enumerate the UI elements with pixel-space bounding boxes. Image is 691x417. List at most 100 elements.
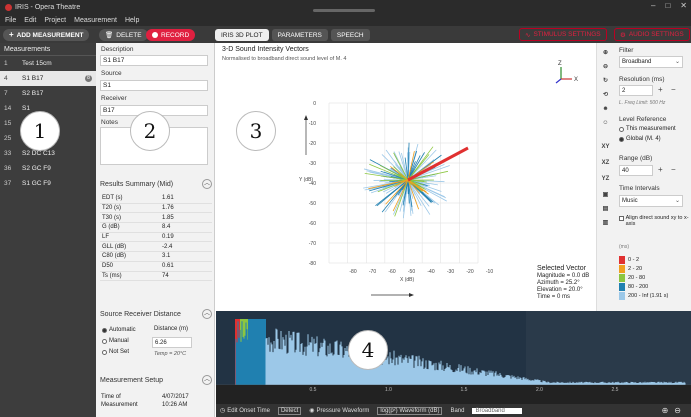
time-intervals-select[interactable]: Music ⌄	[619, 195, 683, 207]
receiver-label: Receiver	[101, 95, 127, 102]
description-field[interactable]: S1 B17	[100, 55, 208, 66]
view-xy-button[interactable]: XY	[599, 141, 612, 153]
legend-item: 80 - 200	[619, 282, 685, 291]
x-tick-label: -50	[408, 269, 415, 275]
manual-radio[interactable]: Manual	[102, 338, 129, 344]
screenshot-icon[interactable]: ▣	[599, 189, 612, 201]
waveform-view[interactable]: 0.5 1.0 1.5 2.0 2.5	[216, 311, 691, 404]
table-row: T30 (s) 1.85	[100, 213, 212, 224]
close-icon[interactable]: ✕	[680, 1, 687, 10]
align-direct-sound-checkbox[interactable]: Align direct sound xy to x-axis	[619, 215, 689, 227]
x-tick-label: -20	[466, 269, 473, 275]
direct-sound-vector[interactable]	[407, 146, 469, 182]
increment-icon[interactable]: +	[658, 165, 663, 174]
marker-4: 4	[348, 330, 388, 370]
legend-item: 0 - 2	[619, 255, 685, 264]
view-xz-button[interactable]: XZ	[599, 157, 612, 169]
list-item[interactable]: 1 Test 15cm	[0, 56, 96, 71]
menu-help[interactable]: Help	[125, 17, 139, 24]
plot-settings-panel: Filter Broadband ⌄ Resolution (ms) 2 + − …	[613, 43, 691, 311]
this-measurement-radio[interactable]: This measurement	[619, 126, 676, 132]
zoom-out-icon[interactable]: ⊖	[674, 406, 681, 415]
level-reference-label: Level Reference	[619, 116, 667, 123]
collapse-icon[interactable]: ︿	[202, 179, 212, 189]
record-button[interactable]: RECORD	[146, 29, 196, 41]
tab-parameters[interactable]: PARAMETERS	[271, 29, 328, 41]
view-yz-button[interactable]: YZ	[599, 173, 612, 185]
decrement-icon[interactable]: −	[671, 165, 676, 174]
azimuth-value: Azimuth = 25.2°	[537, 280, 580, 286]
record-icon	[152, 32, 158, 38]
chevron-down-icon: ⌄	[674, 198, 680, 204]
results-table: EDT (s) 1.61 T20 (s) 1.76 T30 (s) 1.85 G (d…	[100, 194, 212, 282]
range-input[interactable]: 40	[619, 165, 653, 176]
filter-select[interactable]: Broadband ⌄	[619, 56, 683, 68]
tab-iris-3d-plot[interactable]: IRIS 3D PLOT	[215, 29, 269, 41]
collapse-icon[interactable]: ︿	[202, 309, 212, 319]
detect-button[interactable]: Detect	[277, 406, 302, 415]
marker-2: 2	[130, 111, 170, 151]
distance-field[interactable]: 6.26	[152, 337, 192, 348]
list-item[interactable]: 7 S2 B17	[0, 86, 96, 101]
range-label: Range (dB)	[619, 155, 653, 162]
source-field[interactable]: S1	[100, 80, 208, 91]
list-item[interactable]: 4 S1 B17 8	[0, 71, 96, 86]
table-row: C80 (dB) 3.1	[100, 252, 212, 262]
minimize-icon[interactable]: –	[651, 1, 655, 10]
plus-icon: +	[9, 30, 14, 39]
resolution-input[interactable]: 2	[619, 85, 653, 96]
collapse-icon[interactable]: ︿	[202, 375, 212, 385]
band-select[interactable]: Broadband	[472, 407, 523, 414]
y-tick-label: -50	[309, 201, 316, 207]
log-waveform-toggle[interactable]: log(p²) Waveform (dB)	[377, 406, 443, 415]
menu-project[interactable]: Project	[44, 17, 66, 24]
head-side-icon[interactable]: ☺	[599, 117, 612, 129]
selected-vector-info: Selected Vector Magnitude = 0.0 dB Azimu…	[537, 265, 589, 301]
global-radio[interactable]: Global (M. 4)	[619, 136, 661, 142]
head-front-icon[interactable]: ☻	[599, 103, 612, 115]
maximize-icon[interactable]: □	[665, 1, 670, 10]
audio-settings-button[interactable]: ⚙ AUDIO SETTINGS	[614, 28, 690, 41]
settings-panel-icon[interactable]: ▥	[599, 217, 612, 229]
zoom-in-icon[interactable]: ⊕	[662, 406, 669, 415]
drag-grip[interactable]	[313, 9, 375, 12]
waveform-svg[interactable]: 0.5 1.0 1.5 2.0 2.5	[216, 311, 691, 404]
view-tabs: IRIS 3D PLOT PARAMETERS SPEECH	[215, 29, 370, 41]
zoom-in-icon[interactable]: ⊕	[599, 47, 612, 59]
pressure-waveform-toggle[interactable]: ◉ Pressure Waveform	[309, 407, 369, 415]
rotate-x-icon[interactable]: ⟲	[599, 89, 612, 101]
list-item[interactable]: 37 S1 GC F9	[0, 176, 96, 191]
legend-swatch	[619, 255, 625, 264]
delete-button[interactable]: 🗑 DELETE	[99, 29, 148, 41]
decrement-icon[interactable]: −	[671, 85, 676, 94]
list-item[interactable]: 36 S2 GC F9	[0, 161, 96, 176]
intensity-vectors[interactable]	[363, 142, 469, 219]
menu-measurement[interactable]: Measurement	[74, 17, 117, 24]
automatic-radio[interactable]: Automatic	[102, 327, 136, 333]
measurement-list-header: Measurements	[0, 43, 96, 56]
export-icon[interactable]: ▤	[599, 203, 612, 215]
tab-speech[interactable]: SPEECH	[330, 29, 370, 41]
menu-file[interactable]: File	[5, 17, 16, 24]
zoom-out-icon[interactable]: ⊖	[599, 61, 612, 73]
legend-swatch	[619, 291, 625, 300]
axis-x-label: X	[574, 77, 578, 83]
table-row: EDT (s) 1.61	[100, 194, 212, 204]
increment-icon[interactable]: +	[658, 85, 663, 94]
stimulus-settings-button[interactable]: ∿ STIMULUS SETTINGS	[519, 28, 607, 41]
main-toolbar: + ADD MEASUREMENT 🗑 DELETE RECORD IRIS 3…	[0, 26, 691, 43]
radio-icon	[102, 349, 107, 355]
measurement-date: 4/07/2017	[162, 394, 189, 400]
add-measurement-button[interactable]: + ADD MEASUREMENT	[3, 29, 90, 41]
y-tick-label: -40	[309, 181, 316, 187]
table-row: GLL (dB) -2.4	[100, 242, 212, 253]
count-badge: 8	[85, 75, 92, 82]
waveform-controls: ◷ Edit Onset Time Detect ◉ Pressure Wavefo…	[216, 404, 691, 417]
menu-edit[interactable]: Edit	[24, 17, 36, 24]
edit-onset-button[interactable]: ◷ Edit Onset Time	[220, 407, 270, 415]
not-set-radio[interactable]: Not Set	[102, 349, 129, 355]
axis-z-label: Z	[558, 61, 562, 67]
legend-swatch	[619, 282, 625, 291]
rotate-z-icon[interactable]: ↻	[599, 75, 612, 87]
time-tick-label: 0.5	[310, 387, 317, 393]
